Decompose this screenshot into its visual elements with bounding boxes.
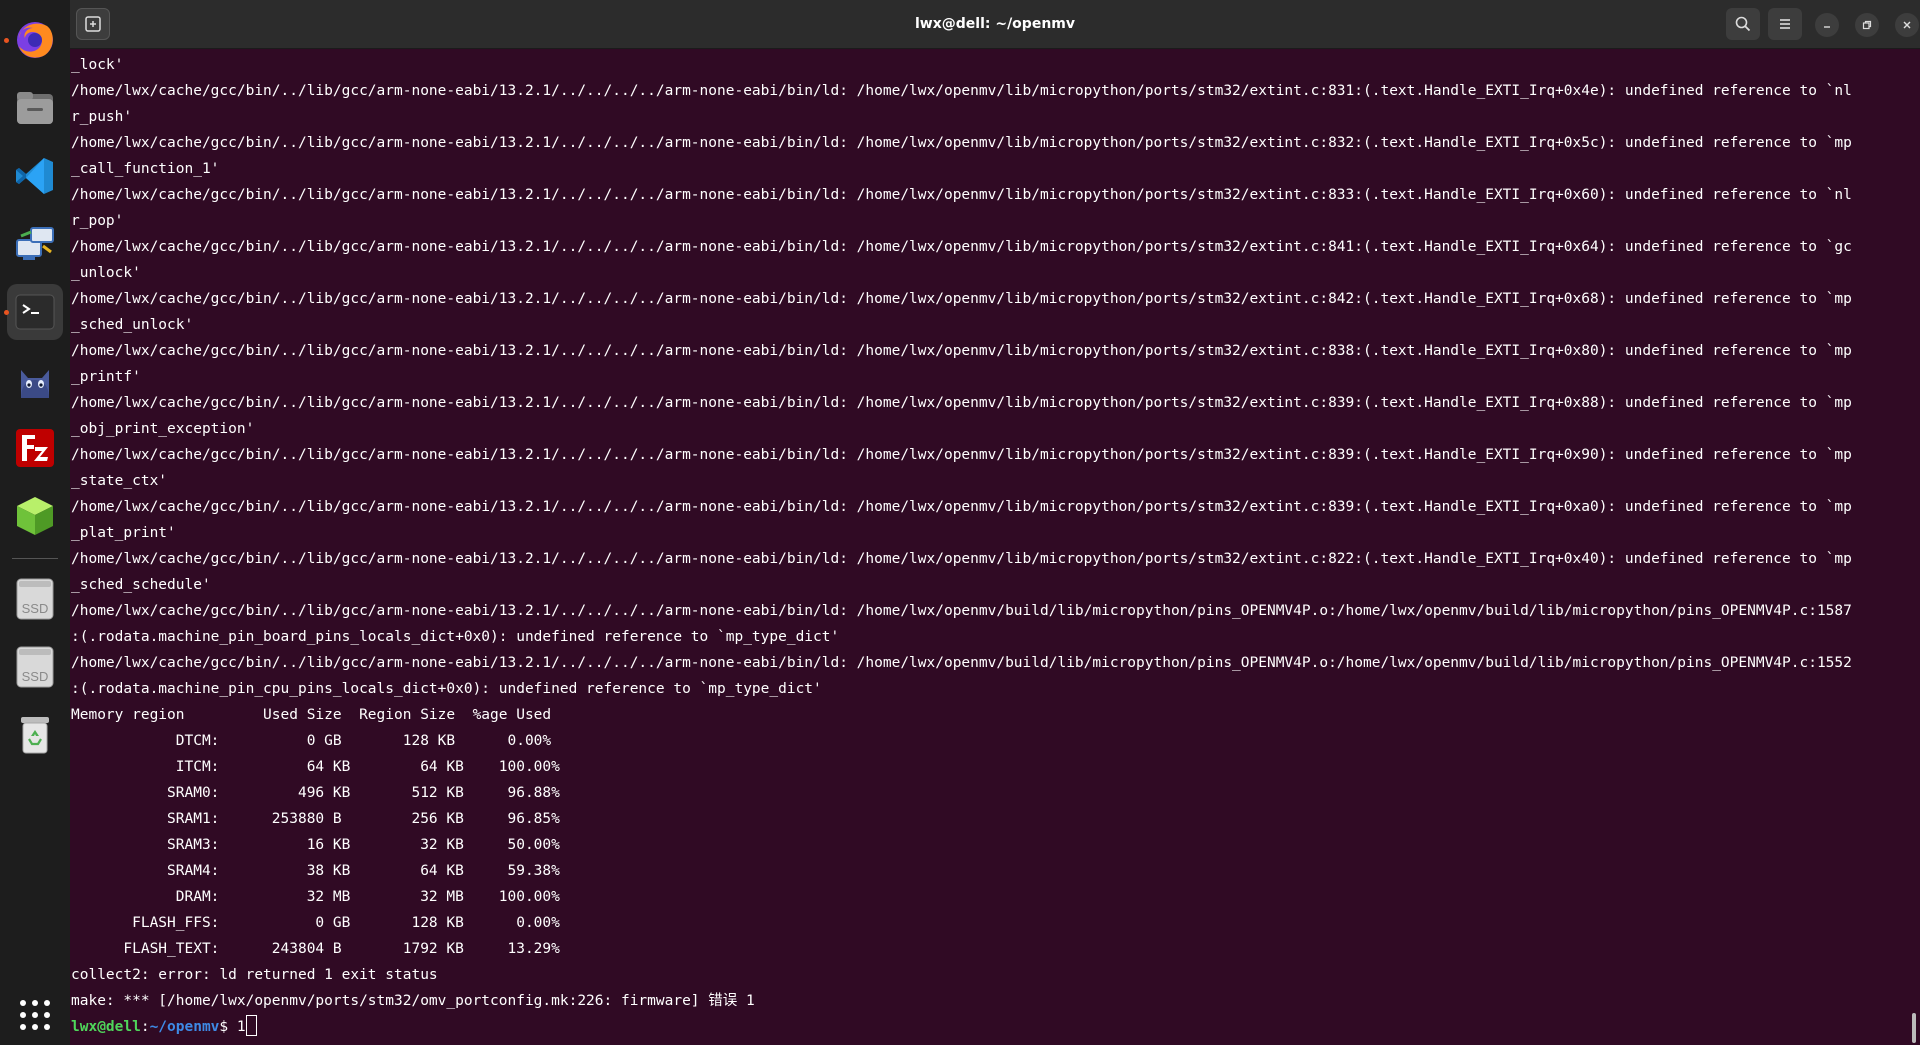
search-icon bbox=[1735, 16, 1751, 32]
terminal-icon bbox=[13, 290, 57, 334]
terminal-line: _printf' bbox=[71, 369, 141, 385]
running-indicator bbox=[4, 38, 9, 43]
terminal-line: /home/lwx/cache/gcc/bin/../lib/gcc/arm-n… bbox=[71, 447, 1852, 463]
command-input[interactable]: 1 bbox=[237, 1019, 246, 1035]
files-icon bbox=[13, 86, 57, 130]
prompt-user-host: lwx@dell bbox=[71, 1019, 141, 1035]
firefox-icon bbox=[13, 18, 57, 62]
terminal-line: collect2: error: ld returned 1 exit stat… bbox=[71, 967, 438, 983]
prompt-colon: : bbox=[140, 1019, 150, 1035]
terminal-line: _unlock' bbox=[71, 265, 141, 281]
restore-icon bbox=[1862, 20, 1872, 30]
scrollbar[interactable] bbox=[1912, 1013, 1916, 1043]
new-tab-button[interactable] bbox=[76, 8, 110, 40]
terminal-line: SRAM4: 38 KB 64 KB 59.38% bbox=[71, 863, 560, 879]
hamburger-menu-icon bbox=[1780, 19, 1790, 29]
terminal-line: _state_ctx' bbox=[71, 473, 168, 489]
terminal-line: FLASH_FFS: 0 GB 128 KB 0.00% bbox=[71, 915, 560, 931]
vscode-icon bbox=[13, 154, 57, 198]
terminal-line: make: *** [/home/lwx/openmv/ports/stm32/… bbox=[71, 993, 755, 1009]
dock-drive-ssd[interactable]: SSD bbox=[7, 571, 63, 627]
dock-trash[interactable] bbox=[7, 707, 63, 763]
terminal-line: FLASH_TEXT: 243804 B 1792 KB 13.29% bbox=[71, 941, 560, 957]
dock-app-filezilla[interactable] bbox=[7, 420, 63, 476]
terminal-line: /home/lwx/cache/gcc/bin/../lib/gcc/arm-n… bbox=[71, 135, 1852, 151]
running-indicator bbox=[4, 310, 9, 315]
terminal-line: /home/lwx/cache/gcc/bin/../lib/gcc/arm-n… bbox=[71, 187, 1852, 203]
filezilla-icon bbox=[13, 426, 57, 470]
terminal-line: /home/lwx/cache/gcc/bin/../lib/gcc/arm-n… bbox=[71, 343, 1852, 359]
terminal-line: r_push' bbox=[71, 109, 133, 125]
terminal-line: _sched_schedule' bbox=[71, 577, 211, 593]
terminal-window: lwx@dell: ~/openmv _lock' /home/lwx/cach… bbox=[70, 0, 1920, 1045]
dock-drive-ssd[interactable]: SSD bbox=[7, 639, 63, 695]
search-button[interactable] bbox=[1726, 8, 1760, 40]
terminal-line: r_pop' bbox=[71, 213, 124, 229]
terminal-line: ITCM: 64 KB 64 KB 100.00% bbox=[71, 759, 560, 775]
terminal-line: /home/lwx/cache/gcc/bin/../lib/gcc/arm-n… bbox=[71, 395, 1852, 411]
dock-app-files[interactable] bbox=[7, 80, 63, 136]
text-cursor bbox=[245, 1015, 257, 1036]
terminal-line: _sched_unlock' bbox=[71, 317, 194, 333]
output-lines: _lock' /home/lwx/cache/gcc/bin/../lib/gcc… bbox=[71, 52, 1901, 1014]
terminal-line: SRAM0: 496 KB 512 KB 96.88% bbox=[71, 785, 560, 801]
terminal-line: /home/lwx/cache/gcc/bin/../lib/gcc/arm-n… bbox=[71, 655, 1852, 671]
show-apps-button[interactable] bbox=[17, 997, 53, 1033]
terminal-line: DTCM: 0 GB 128 KB 0.00% bbox=[71, 733, 552, 749]
trash-icon bbox=[21, 717, 49, 754]
terminal-line: /home/lwx/cache/gcc/bin/../lib/gcc/arm-n… bbox=[71, 499, 1852, 515]
dock-app-cat-app[interactable] bbox=[7, 352, 63, 408]
menu-button[interactable] bbox=[1768, 8, 1802, 40]
terminal-line: /home/lwx/cache/gcc/bin/../lib/gcc/arm-n… bbox=[71, 291, 1852, 307]
prompt-path: ~/openmv bbox=[149, 1019, 220, 1035]
terminal-line: _lock' bbox=[71, 57, 124, 73]
close-icon bbox=[1903, 21, 1911, 29]
dock-app-vscode[interactable] bbox=[7, 148, 63, 204]
terminal-line: SRAM3: 16 KB 32 KB 50.00% bbox=[71, 837, 560, 853]
drive-label: SSD bbox=[21, 669, 49, 684]
terminal-line: _call_function_1' bbox=[71, 161, 220, 177]
remote-desktop-icon bbox=[13, 222, 57, 266]
dock: SSD SSD bbox=[0, 0, 70, 1045]
drive-label: SSD bbox=[21, 601, 49, 616]
dock-app-3d-cube-app[interactable] bbox=[7, 488, 63, 544]
terminal-line: :(.rodata.machine_pin_cpu_pins_locals_di… bbox=[71, 681, 822, 697]
terminal-line: /home/lwx/cache/gcc/bin/../lib/gcc/arm-n… bbox=[71, 603, 1852, 619]
app-grid-icon bbox=[20, 1000, 50, 1030]
minimize-button[interactable] bbox=[1815, 13, 1839, 37]
maximize-button[interactable] bbox=[1855, 13, 1879, 37]
prompt-symbol: $ bbox=[219, 1019, 237, 1035]
title-bar: lwx@dell: ~/openmv bbox=[70, 0, 1920, 49]
cat-app-icon bbox=[13, 358, 57, 402]
terminal-line: SRAM1: 253880 B 256 KB 96.85% bbox=[71, 811, 560, 827]
close-button[interactable] bbox=[1895, 13, 1919, 37]
dock-separator bbox=[12, 558, 58, 559]
new-tab-icon bbox=[85, 16, 101, 32]
terminal-line: _plat_print' bbox=[71, 525, 176, 541]
3d-cube-app-icon bbox=[13, 494, 57, 538]
minimize-icon bbox=[1824, 26, 1830, 28]
dock-app-terminal[interactable] bbox=[4, 284, 63, 340]
terminal-line: Memory region Used Size Region Size %age… bbox=[71, 707, 552, 723]
terminal-line: /home/lwx/cache/gcc/bin/../lib/gcc/arm-n… bbox=[71, 551, 1852, 567]
prompt-line[interactable]: lwx@dell:~/openmv$ 1 bbox=[71, 1014, 1901, 1040]
terminal-line: /home/lwx/cache/gcc/bin/../lib/gcc/arm-n… bbox=[71, 239, 1852, 255]
dock-app-firefox[interactable] bbox=[4, 12, 63, 68]
terminal-line: DRAM: 32 MB 32 MB 100.00% bbox=[71, 889, 560, 905]
window-title: lwx@dell: ~/openmv bbox=[914, 16, 1075, 32]
terminal-line: :(.rodata.machine_pin_board_pins_locals_… bbox=[71, 629, 840, 645]
terminal-line: _obj_print_exception' bbox=[71, 421, 255, 437]
terminal-output[interactable]: _lock' /home/lwx/cache/gcc/bin/../lib/gcc… bbox=[70, 52, 1901, 1042]
dock-app-remote-desktop[interactable] bbox=[7, 216, 63, 272]
terminal-line: /home/lwx/cache/gcc/bin/../lib/gcc/arm-n… bbox=[71, 83, 1852, 99]
